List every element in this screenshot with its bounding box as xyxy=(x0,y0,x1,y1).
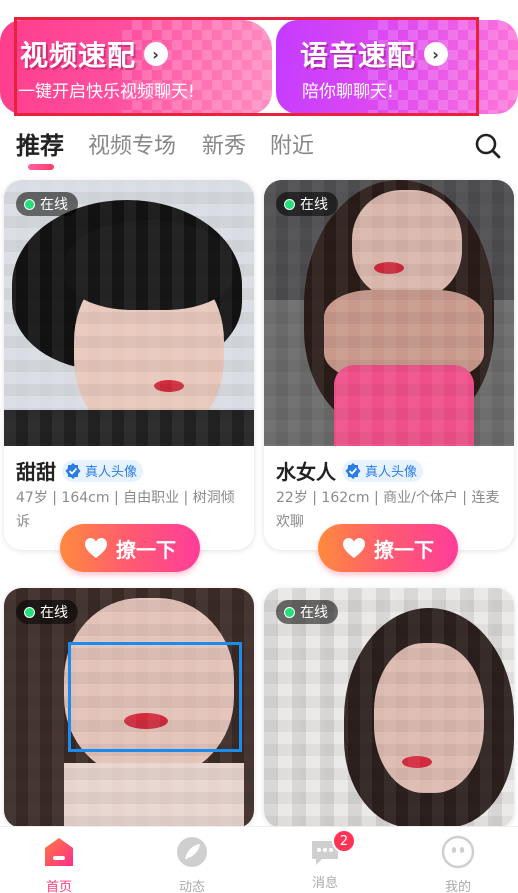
tab-nearby[interactable]: 附近 xyxy=(270,128,314,160)
unread-badge: 2 xyxy=(332,829,356,853)
online-label: 在线 xyxy=(40,197,68,213)
arrow-right-icon: › xyxy=(144,42,169,66)
voice-match-title-text: 语音速配 xyxy=(300,39,417,72)
online-status-badge: 在线 xyxy=(276,600,338,624)
nav-profile-label: 我的 xyxy=(444,880,471,893)
name-row: 水女人 真人头像 xyxy=(276,456,424,485)
nav-feed[interactable]: 动态 xyxy=(152,835,232,893)
profile-name: 水女人 xyxy=(276,460,336,484)
profile-card[interactable]: 在线 甜甜 真人头像 47岁 | 164cm | 自由职业 | 树洞倾诉 xyxy=(4,180,254,550)
profile-card[interactable]: 在线 xyxy=(4,588,254,828)
flirt-button-label: 撩一下 xyxy=(374,537,434,562)
verified-label: 真人头像 xyxy=(365,465,418,480)
feed-icon xyxy=(177,837,207,867)
profile-icon xyxy=(441,835,475,869)
profile-photo[interactable]: 在线 xyxy=(264,588,514,828)
verified-badge: 真人头像 xyxy=(342,459,424,482)
name-row: 甜甜 真人头像 xyxy=(16,456,144,485)
nav-profile[interactable]: 我的 xyxy=(418,835,498,893)
verified-label: 真人头像 xyxy=(85,465,138,480)
voice-match-title: 语音速配 › xyxy=(300,34,449,74)
tab-video-special[interactable]: 视频专场 xyxy=(88,128,176,160)
home-icon xyxy=(45,838,73,866)
online-label: 在线 xyxy=(40,605,68,621)
search-icon[interactable] xyxy=(474,132,502,160)
category-tabs: 推荐 视频专场 新秀 附近 xyxy=(0,124,518,170)
active-tab-indicator xyxy=(28,164,54,170)
voice-match-subtitle: 陪你聊聊天! xyxy=(302,82,394,102)
nav-home[interactable]: 首页 xyxy=(19,835,99,893)
nav-feed-label: 动态 xyxy=(178,880,205,893)
pixelation-overlay xyxy=(264,588,514,828)
pixelation-overlay xyxy=(4,180,254,446)
video-match-subtitle: 一键开启快乐视频聊天! xyxy=(18,82,195,102)
nav-messages-label: 消息 xyxy=(311,876,338,891)
verified-badge: 真人头像 xyxy=(62,459,144,482)
online-label: 在线 xyxy=(300,197,328,213)
online-dot-icon xyxy=(24,198,35,210)
flirt-button[interactable]: 撩一下 xyxy=(318,524,458,572)
profile-card[interactable]: 在线 水女人 真人头像 22岁 | 162cm | 商业/个体户 | 连麦欢聊 xyxy=(264,180,514,550)
face-detect-frame xyxy=(68,642,242,752)
heart-icon xyxy=(343,538,365,558)
tab-new[interactable]: 新秀 xyxy=(202,128,246,160)
pixelation-overlay xyxy=(264,180,514,446)
nav-messages[interactable]: 2 消息 xyxy=(285,829,365,891)
online-dot-icon xyxy=(24,606,35,618)
verified-check-icon xyxy=(65,462,81,479)
tab-recommend[interactable]: 推荐 xyxy=(16,126,64,161)
heart-icon xyxy=(85,538,107,558)
profile-photo[interactable]: 在线 xyxy=(264,180,514,446)
nav-home-label: 首页 xyxy=(45,880,72,893)
flirt-button[interactable]: 撩一下 xyxy=(60,524,200,572)
online-status-badge: 在线 xyxy=(276,192,338,216)
profile-photo[interactable]: 在线 xyxy=(4,180,254,446)
arrow-right-icon: › xyxy=(424,42,449,66)
online-dot-icon xyxy=(284,198,295,210)
video-match-title-text: 视频速配 xyxy=(20,39,137,72)
voice-match-banner[interactable]: 语音速配 › 陪你聊聊天! xyxy=(276,20,518,114)
verified-check-icon xyxy=(345,462,361,479)
online-label: 在线 xyxy=(300,605,328,621)
online-status-badge: 在线 xyxy=(16,600,78,624)
video-match-title: 视频速配 › xyxy=(20,34,169,74)
profile-photo[interactable]: 在线 xyxy=(4,588,254,828)
message-icon-wrap: 2 xyxy=(308,829,356,869)
flirt-button-label: 撩一下 xyxy=(116,537,176,562)
online-dot-icon xyxy=(284,606,295,618)
quick-match-banners: 视频速配 › 一键开启快乐视频聊天! 语音速配 › 陪你聊聊天! xyxy=(0,0,518,120)
profile-name: 甜甜 xyxy=(16,460,56,484)
video-match-banner[interactable]: 视频速配 › 一键开启快乐视频聊天! xyxy=(0,20,272,114)
bottom-nav: 首页 动态 2 消息 我的 xyxy=(0,826,518,893)
online-status-badge: 在线 xyxy=(16,192,78,216)
profile-card[interactable]: 在线 xyxy=(264,588,514,828)
